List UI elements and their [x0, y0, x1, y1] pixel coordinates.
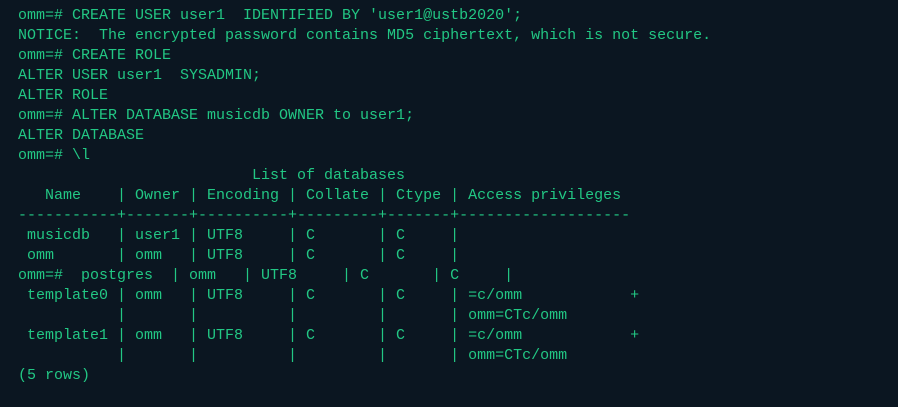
db-row-template1-cont: | | | | | omm=CTc/omm	[18, 347, 568, 364]
db-row-postgres: omm=# postgres | omm | UTF8 | C | C |	[18, 267, 514, 284]
terminal-line-alter-user: ALTER USER user1 SYSADMIN;	[18, 67, 262, 84]
db-row-omm: omm | omm | UTF8 | C | C |	[18, 247, 460, 264]
terminal-window[interactable]: omm=# CREATE USER user1 IDENTIFIED BY 'u…	[0, 0, 898, 407]
row-count: (5 rows)	[18, 367, 91, 384]
terminal-line-alter-database-result: ALTER DATABASE	[18, 127, 145, 144]
terminal-line-notice: NOTICE: The encrypted password contains …	[18, 27, 712, 44]
terminal-line-alter-database-cmd: omm=# ALTER DATABASE musicdb OWNER to us…	[18, 107, 415, 124]
terminal-line-create-user: omm=# CREATE USER user1 IDENTIFIED BY 'u…	[18, 7, 523, 24]
db-row-template0: template0 | omm | UTF8 | C | C | =c/omm …	[18, 287, 640, 304]
db-list-title: List of databases	[18, 167, 406, 184]
terminal-line-list-cmd: omm=# \l	[18, 147, 91, 164]
db-row-musicdb: musicdb | user1 | UTF8 | C | C |	[18, 227, 460, 244]
db-list-separator: -----------+-------+----------+---------…	[18, 207, 631, 224]
db-list-header: Name | Owner | Encoding | Collate | Ctyp…	[18, 187, 622, 204]
db-row-template1: template1 | omm | UTF8 | C | C | =c/omm …	[18, 327, 640, 344]
terminal-line-create-role: omm=# CREATE ROLE	[18, 47, 172, 64]
db-row-template0-cont: | | | | | omm=CTc/omm	[18, 307, 568, 324]
terminal-line-alter-role: ALTER ROLE	[18, 87, 109, 104]
